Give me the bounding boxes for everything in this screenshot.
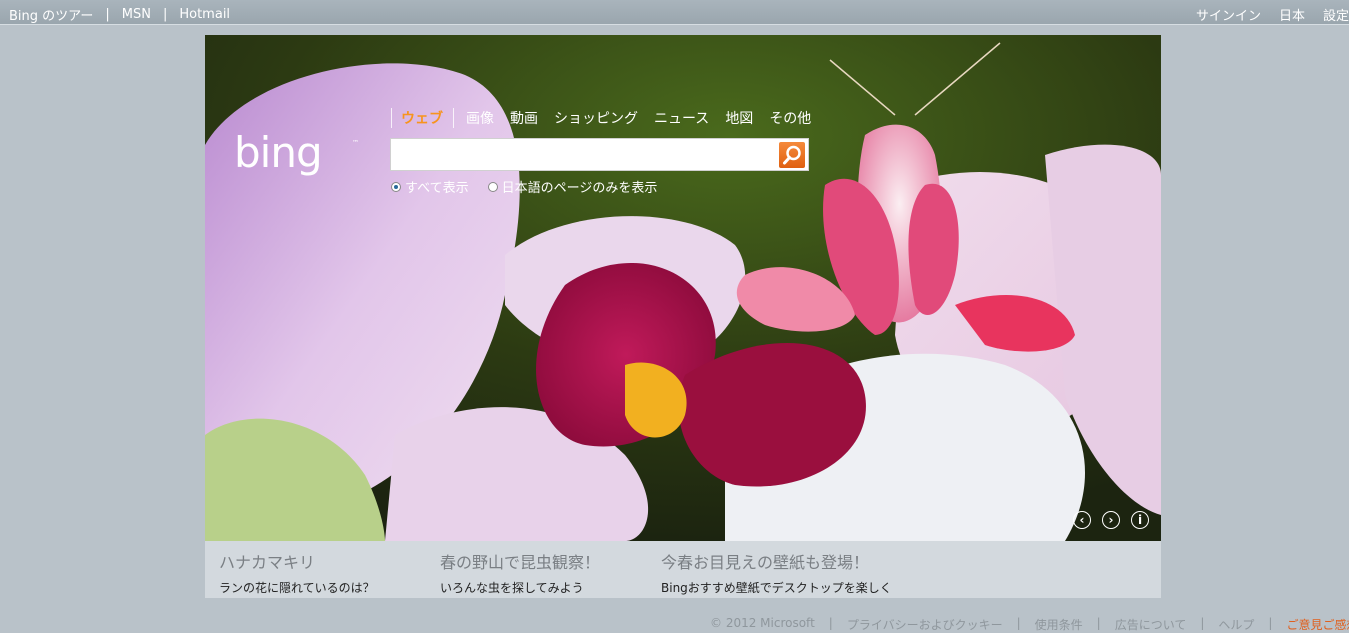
search-icon <box>783 145 801 165</box>
scope-images[interactable]: 画像 <box>466 108 494 128</box>
sign-in-link[interactable]: サインイン <box>1196 5 1261 24</box>
radio-japanese-only[interactable]: 日本語のページのみを表示 <box>487 177 658 196</box>
hotspot-title[interactable]: 春の野山で昆虫観察！ <box>440 549 600 573</box>
language-filter: すべて表示 日本語のページのみを表示 <box>391 177 676 196</box>
svg-text:™: ™ <box>352 139 359 147</box>
advertising-link[interactable]: 広告について <box>1115 616 1187 633</box>
settings-link[interactable]: 設定 <box>1323 5 1349 24</box>
hotspots-strip: ハナカマキリ ランの花に隠れているのは？ 春の野山で昆虫観察！ いろんな虫を探し… <box>205 541 1161 598</box>
scope-videos[interactable]: 動画 <box>510 108 538 128</box>
scope-shopping[interactable]: ショッピング <box>554 108 638 128</box>
search-scopes: ウェブ 画像 動画 ショッピング ニュース 地図 その他 <box>391 108 827 128</box>
separator: | <box>828 616 833 630</box>
radio-button[interactable] <box>487 181 498 192</box>
prev-arrow-icon[interactable]: ‹ <box>1073 511 1091 529</box>
hotspot-title[interactable]: 今春お目見えの壁紙も登場！ <box>661 549 892 573</box>
hotspot-item[interactable]: 今春お目見えの壁紙も登場！ Bingおすすめ壁紙でデスクトップを楽しく <box>661 549 892 596</box>
separator: | <box>1096 616 1101 630</box>
top-bar-right: サインイン 日本 設定 <box>1196 5 1349 24</box>
scope-divider <box>391 108 392 128</box>
region-link[interactable]: 日本 <box>1279 5 1305 24</box>
hotspot-item[interactable]: 春の野山で昆虫観察！ いろんな虫を探してみよう <box>440 549 600 596</box>
search-input[interactable] <box>395 143 774 168</box>
image-navigation: ‹ › i <box>1062 511 1149 529</box>
top-bar-left: Bing のツアー | MSN | Hotmail <box>9 5 230 24</box>
scope-more[interactable]: その他 <box>769 108 811 128</box>
hotspot-title[interactable]: ハナカマキリ <box>219 549 375 573</box>
next-arrow-icon[interactable]: › <box>1102 511 1120 529</box>
hotspot-subtitle[interactable]: ランの花に隠れているのは？ <box>219 579 375 596</box>
radio-button-selected[interactable] <box>391 181 401 192</box>
scope-news[interactable]: ニュース <box>654 108 709 128</box>
scope-divider <box>453 108 454 128</box>
hero-image: bing ™ ウェブ 画像 動画 ショッピング ニュース 地図 その他 すべて表… <box>205 35 1161 541</box>
separator: | <box>105 7 110 22</box>
radio-japanese-label: 日本語のページのみを表示 <box>501 181 658 196</box>
bing-tour-link[interactable]: Bing のツアー <box>9 5 93 24</box>
hotspot-item[interactable]: ハナカマキリ ランの花に隠れているのは？ <box>219 549 375 596</box>
search-box <box>390 138 809 171</box>
scope-web[interactable]: ウェブ <box>401 108 443 128</box>
separator: | <box>1200 616 1205 630</box>
scope-maps[interactable]: 地図 <box>725 108 753 128</box>
terms-link[interactable]: 使用条件 <box>1035 616 1083 633</box>
top-bar: Bing のツアー | MSN | Hotmail サインイン 日本 設定 <box>0 0 1349 25</box>
privacy-link[interactable]: プライバシーおよびクッキー <box>847 616 1003 633</box>
feedback-link[interactable]: ご意見ご感想 <box>1286 616 1349 633</box>
copyright: © 2012 Microsoft <box>710 616 815 630</box>
separator: | <box>162 7 168 22</box>
hotspot-subtitle[interactable]: Bingおすすめ壁紙でデスクトップを楽しく <box>661 579 892 596</box>
separator: | <box>1268 616 1273 630</box>
radio-all-label: すべて表示 <box>405 181 469 196</box>
hotmail-link[interactable]: Hotmail <box>179 7 230 22</box>
msn-link[interactable]: MSN <box>122 7 151 22</box>
bing-logo[interactable]: bing ™ <box>234 131 364 183</box>
radio-all-results[interactable]: すべて表示 <box>391 177 469 196</box>
search-button[interactable] <box>779 142 805 168</box>
separator: | <box>1016 616 1021 630</box>
footer: © 2012 Microsoft | プライバシーおよびクッキー | 使用条件 … <box>710 616 1349 633</box>
info-icon[interactable]: i <box>1131 511 1149 529</box>
help-link[interactable]: ヘルプ <box>1218 616 1254 633</box>
hotspot-subtitle[interactable]: いろんな虫を探してみよう <box>440 579 600 596</box>
bing-logo-text: bing <box>234 131 322 177</box>
